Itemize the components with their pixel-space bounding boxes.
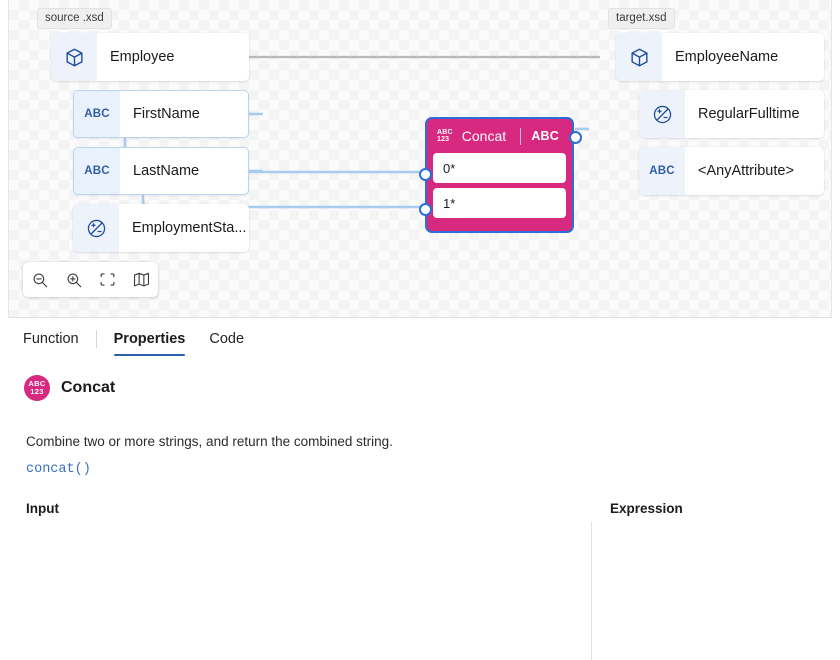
function-signature: concat() [26,462,91,477]
expression-section-title: Expression [610,501,683,516]
boolean-icon [73,204,119,252]
function-node-input-label: 1* [443,195,456,211]
boolean-icon [639,90,685,138]
output-port[interactable] [569,131,582,144]
canvas-toolbar[interactable] [23,262,158,297]
properties-panel: Function Properties Code ABC 123 Concat … [0,319,840,660]
zoom-out-icon[interactable] [23,262,57,297]
target-node-label: <AnyAttribute> [698,163,794,179]
target-node-label: EmployeeName [675,49,779,65]
abc123-icon-top: ABC [437,128,453,136]
source-node-employmentstatus[interactable]: EmploymentSta... [73,204,249,252]
abc-icon: ABC [639,147,685,195]
function-node-concat[interactable]: ABC 123 Concat ABC 0* 1* [419,117,582,233]
page-title: Concat [61,379,116,396]
panel-tabs: Function Properties Code [0,319,840,359]
tab-properties[interactable]: Properties [102,320,198,358]
function-node-separator [520,127,522,145]
tab-code[interactable]: Code [197,320,256,358]
input-port-0[interactable] [419,168,432,181]
function-node-input-row-1[interactable]: 1* [433,188,566,218]
input-port-1[interactable] [419,203,432,216]
function-node-header: ABC 123 Concat ABC [433,119,566,153]
source-node-employee[interactable]: Employee [51,33,249,81]
fit-to-screen-icon[interactable] [91,262,125,297]
cube-icon [616,33,662,81]
source-node-label: FirstName [133,106,200,122]
mapping-canvas[interactable]: source .xsd target.xsd Employee ABC Firs… [8,0,832,318]
target-node-anyattribute[interactable]: ABC <AnyAttribute> [639,147,824,195]
target-node-regularfulltime[interactable]: RegularFulltime [639,90,824,138]
function-node-output-type: ABC [531,129,559,143]
target-node-label: RegularFulltime [698,106,800,122]
source-node-label: EmploymentSta... [132,220,247,236]
abc123-icon: ABC 123 [24,375,50,401]
abc123-icon: ABC 123 [437,129,453,144]
source-node-label: LastName [133,163,200,179]
cube-icon [51,33,97,81]
function-description: Combine two or more strings, and return … [26,434,393,449]
source-node-firstname[interactable]: ABC FirstName [73,90,249,138]
source-node-label: Employee [110,49,175,65]
abc-icon: ABC [74,91,120,137]
abc-icon-text: ABC [649,165,675,177]
abc-icon-text: ABC [84,108,110,120]
tab-divider [95,330,97,348]
function-node-input-row-0[interactable]: 0* [433,153,566,183]
abc123-icon-bottom: 123 [30,387,44,396]
function-node-input-label: 0* [443,160,456,176]
target-node-employeename[interactable]: EmployeeName [616,33,824,81]
panel-divider [591,522,592,660]
app-root: source .xsd target.xsd Employee ABC Firs… [0,0,840,660]
function-node-title: Concat [461,128,507,144]
function-header: ABC 123 Concat [24,375,115,401]
tab-function[interactable]: Function [11,320,91,358]
zoom-in-icon[interactable] [57,262,91,297]
input-section-title: Input [26,501,59,516]
source-schema-pill[interactable]: source .xsd [37,8,112,29]
minimap-icon[interactable] [124,262,158,297]
target-schema-pill[interactable]: target.xsd [608,8,675,29]
abc-icon: ABC [74,148,120,194]
abc-icon-text: ABC [84,165,110,177]
abc123-icon-bottom: 123 [437,136,450,143]
source-node-lastname[interactable]: ABC LastName [73,147,249,195]
